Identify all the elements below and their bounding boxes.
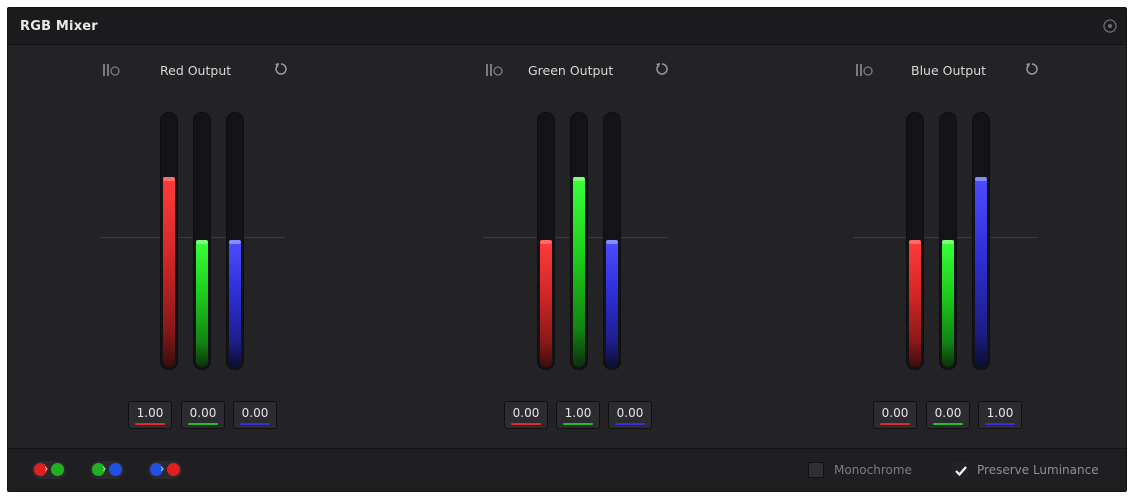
arrow-icon: ›: [160, 462, 165, 475]
panel-reset-icon[interactable]: [1102, 18, 1118, 34]
green-output-title: Green Output: [528, 63, 614, 78]
slider-handle[interactable]: [163, 177, 175, 181]
slider-handle[interactable]: [196, 240, 208, 244]
green-output-red-value[interactable]: 0.00: [504, 401, 548, 429]
swap-green-blue-button[interactable]: ›: [90, 461, 124, 479]
reset-icon[interactable]: [1024, 61, 1040, 77]
slider-handle[interactable]: [909, 240, 921, 244]
slider-handle[interactable]: [975, 177, 987, 181]
slider-handle[interactable]: [942, 240, 954, 244]
slider-handle[interactable]: [606, 240, 618, 244]
blue-fill: [606, 241, 618, 367]
swap-red-green-button[interactable]: ›: [32, 461, 66, 479]
preserve-luminance-checkbox[interactable]: [952, 462, 968, 478]
green-dot-icon: [51, 463, 64, 476]
panel-title: RGB Mixer: [20, 19, 98, 34]
blue-output-title: Blue Output: [911, 63, 987, 78]
green-output-green-value[interactable]: 1.00: [556, 401, 600, 429]
green-output-blue-slider[interactable]: [603, 112, 621, 370]
blue-fill: [229, 241, 241, 367]
green-output-red-slider[interactable]: [537, 112, 555, 370]
green-output-header: Green Output: [483, 61, 823, 81]
monochrome-checkbox[interactable]: [808, 462, 824, 478]
green-output-group: Green Output 0.00 1.00 0.00: [483, 45, 823, 450]
swap-blue-red-button[interactable]: ›: [148, 461, 182, 479]
red-output-green-value[interactable]: 0.00: [181, 401, 225, 429]
arrow-icon: ›: [44, 462, 49, 475]
red-dot-icon: [167, 463, 180, 476]
blue-output-red-value[interactable]: 0.00: [873, 401, 917, 429]
green-output-blue-value[interactable]: 0.00: [608, 401, 652, 429]
blue-output-group: Blue Output 0.00 0.00 1.00: [853, 45, 1132, 450]
green-fill: [196, 241, 208, 367]
monochrome-label: Monochrome: [834, 463, 912, 477]
red-fill: [540, 241, 552, 367]
slider-handle[interactable]: [229, 240, 241, 244]
panel-footer: › › › Monochrome Preserve Luminance: [8, 448, 1126, 491]
red-fill: [909, 241, 921, 367]
green-output-green-slider[interactable]: [570, 112, 588, 370]
red-output-blue-slider[interactable]: [226, 112, 244, 370]
red-fill: [163, 178, 175, 367]
blue-output-header: Blue Output: [853, 61, 1132, 81]
reset-icon[interactable]: [273, 61, 289, 77]
checkmark-icon: [955, 466, 967, 477]
green-fill: [942, 241, 954, 367]
panel-titlebar: RGB Mixer: [8, 8, 1126, 45]
blue-fill: [975, 178, 987, 367]
red-output-red-slider[interactable]: [160, 112, 178, 370]
eyedropper-icon[interactable]: [100, 61, 122, 79]
reset-icon[interactable]: [654, 61, 670, 77]
blue-output-red-slider[interactable]: [906, 112, 924, 370]
green-fill: [573, 178, 585, 367]
blue-output-green-value[interactable]: 0.00: [926, 401, 970, 429]
arrow-icon: ›: [102, 462, 107, 475]
preserve-luminance-label: Preserve Luminance: [977, 463, 1099, 477]
blue-output-blue-slider[interactable]: [972, 112, 990, 370]
red-output-green-slider[interactable]: [193, 112, 211, 370]
eyedropper-icon[interactable]: [853, 61, 875, 79]
rgb-mixer-panel: RGB Mixer Red Output 1.00 0.00 0.00 Gree…: [7, 7, 1127, 492]
red-output-blue-value[interactable]: 0.00: [233, 401, 277, 429]
blue-dot-icon: [109, 463, 122, 476]
red-output-red-value[interactable]: 1.00: [128, 401, 172, 429]
slider-handle[interactable]: [540, 240, 552, 244]
red-output-title: Red Output: [160, 63, 232, 78]
eyedropper-icon[interactable]: [483, 61, 505, 79]
slider-handle[interactable]: [573, 177, 585, 181]
blue-output-green-slider[interactable]: [939, 112, 957, 370]
blue-output-blue-value[interactable]: 1.00: [978, 401, 1022, 429]
red-output-group: Red Output 1.00 0.00 0.00: [100, 45, 440, 450]
red-output-header: Red Output: [100, 61, 440, 81]
